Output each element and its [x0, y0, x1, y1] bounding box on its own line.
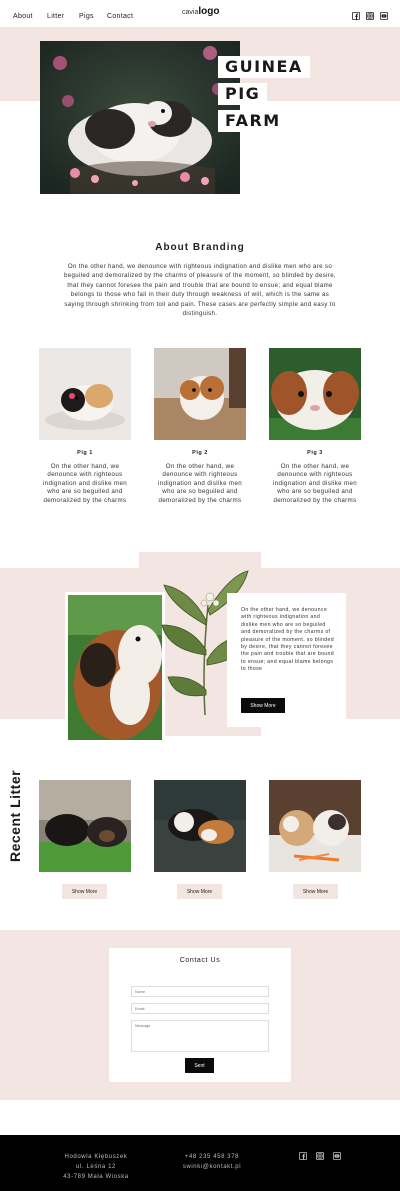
about-title: About Branding [155, 242, 245, 253]
footer-address-line-3: 43-789 Mała Wioska [63, 1174, 129, 1180]
facebook-icon[interactable] [352, 12, 360, 20]
pig-2-description: On the other hand, we denounce with righ… [157, 463, 243, 504]
pig-3-photo [269, 348, 361, 440]
feature-guinea-pig-photo [65, 592, 165, 743]
footer-youtube-icon[interactable] [333, 1152, 341, 1160]
pig-2-photo [154, 348, 246, 440]
footer-instagram-icon[interactable] [316, 1152, 324, 1160]
contact-send-button[interactable]: Sent [185, 1058, 214, 1073]
pig-3-name: Pig 3 [307, 450, 323, 456]
pig-2-name: Pig 2 [192, 450, 208, 456]
hero-guinea-pig-photo [40, 41, 240, 194]
pig-1-description: On the other hand, we denounce with righ… [42, 463, 128, 504]
recent-litter-3-show-more-button[interactable]: Show More [293, 884, 338, 899]
recent-litter-photo-3 [269, 780, 361, 872]
recent-litter-1-show-more-button[interactable]: Show More [62, 884, 107, 899]
nav-link-contact[interactable]: Contact [107, 13, 133, 20]
footer-phone[interactable]: +48 235 458 378 [160, 1152, 264, 1162]
pig-1-name: Pig 1 [77, 450, 93, 456]
feature-show-more-button[interactable]: Show More [241, 698, 285, 713]
nav-link-litter[interactable]: Litter [47, 13, 64, 20]
pig-1-photo [39, 348, 131, 440]
footer-facebook-icon[interactable] [299, 1152, 307, 1160]
contact-email-input[interactable] [131, 1003, 269, 1014]
recent-litter-photo-2 [154, 780, 246, 872]
footer-email[interactable]: swinki@kontakt.pl [160, 1162, 264, 1172]
hero-title-line-2: PIG [218, 83, 268, 105]
recent-litter-title: Recent Litter [7, 769, 23, 862]
pig-3-description: On the other hand, we denounce with righ… [272, 463, 358, 504]
contact-name-input[interactable] [131, 986, 269, 997]
nav-link-pigs[interactable]: Pigs [79, 13, 94, 20]
footer-address-line-1: Hodowla Kłębuszek [64, 1154, 128, 1160]
contact-message-input[interactable] [131, 1020, 269, 1052]
site-logo[interactable]: cavialogo [182, 6, 219, 17]
footer-contact: +48 235 458 378 swinki@kontakt.pl [160, 1152, 264, 1172]
hero-title-line-3: FARM [218, 110, 288, 132]
contact-title: Contact Us [179, 957, 221, 964]
about-text: On the other hand, we denounce with righ… [64, 263, 336, 318]
hero-title-line-1: GUINEA [218, 56, 310, 78]
nav-link-about[interactable]: About [13, 13, 33, 20]
recent-litter-2-show-more-button[interactable]: Show More [177, 884, 222, 899]
logo-main: logo [198, 6, 220, 17]
instagram-icon[interactable] [366, 12, 374, 20]
footer-address-line-2: ul. Leśna 12 [76, 1164, 116, 1170]
recent-litter-photo-1 [39, 780, 131, 872]
logo-prefix: cavia [182, 9, 199, 16]
footer-address: Hodowla Kłębuszek ul. Leśna 12 43-789 Ma… [40, 1152, 152, 1182]
youtube-icon[interactable] [380, 12, 388, 20]
feature-text: On the other hand, we denounce with righ… [241, 607, 335, 673]
